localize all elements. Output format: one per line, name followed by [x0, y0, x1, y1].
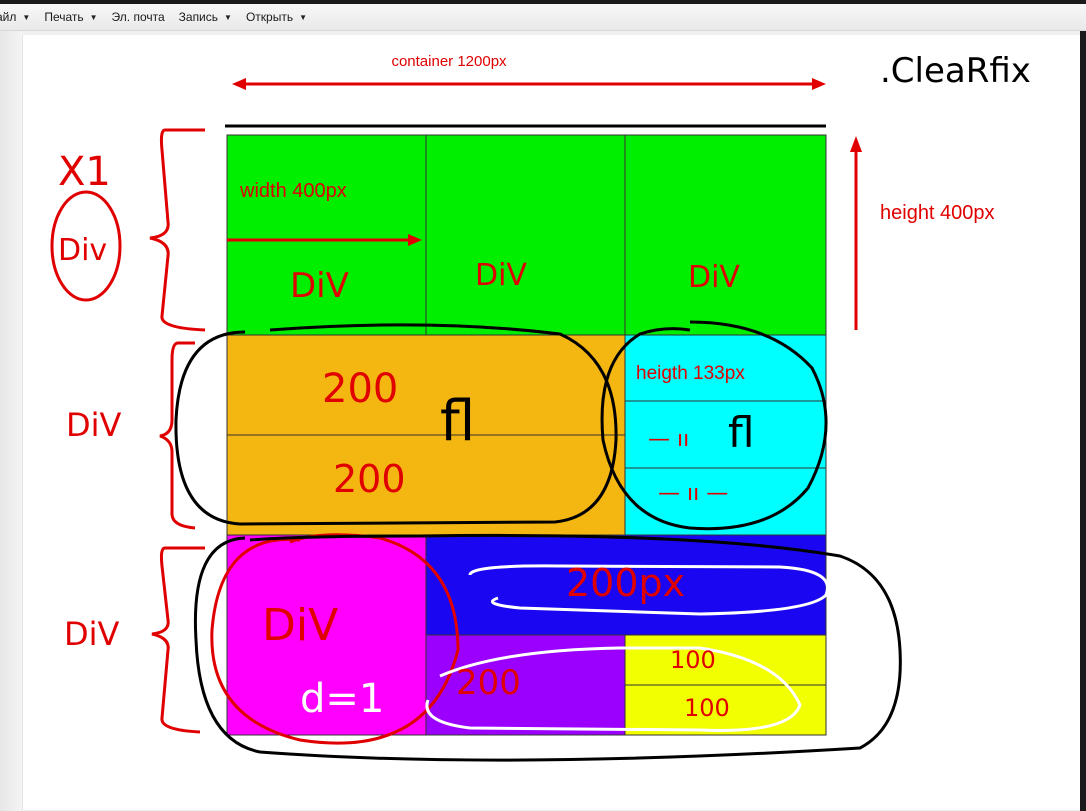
magenta-note-label: d=1 — [300, 676, 384, 722]
orange-top-label: 200 — [322, 366, 398, 412]
float-label-1: fl — [440, 389, 475, 454]
yellow-top-label: 100 — [670, 646, 716, 674]
cyan-bottom-mark: — ıı — — [658, 481, 728, 506]
layout-diagram: container 1200px .CleaRfix height 400px … — [50, 51, 1031, 762]
width-label: width 400px — [239, 180, 347, 202]
row1-div-label-1: DiV — [290, 266, 349, 306]
clearfix-label: .CleaRfix — [880, 51, 1031, 91]
div-left-label-1: Div — [58, 233, 107, 268]
x1-label: X1 — [58, 149, 111, 195]
row1-div-label-3: DiV — [688, 260, 740, 295]
div-left-label-3: DiV — [64, 615, 120, 653]
yellow-bottom-label: 100 — [684, 694, 730, 722]
div-left-label-2: DiV — [66, 406, 122, 444]
magenta-div-label: DiV — [262, 600, 338, 651]
row1-div-label-2: DiV — [475, 258, 527, 293]
float-label-2: fl — [728, 408, 754, 457]
height-label: height 400px — [880, 202, 995, 224]
heigth-label: heigth 133px — [636, 363, 745, 384]
orange-bottom-label: 200 — [333, 457, 406, 501]
container-width-label: container 1200px — [391, 53, 507, 70]
purple-200-label: 200 — [456, 663, 521, 703]
blue-200px-label: 200px — [566, 561, 685, 605]
cyan-mid-mark: — ıı — [648, 427, 689, 452]
